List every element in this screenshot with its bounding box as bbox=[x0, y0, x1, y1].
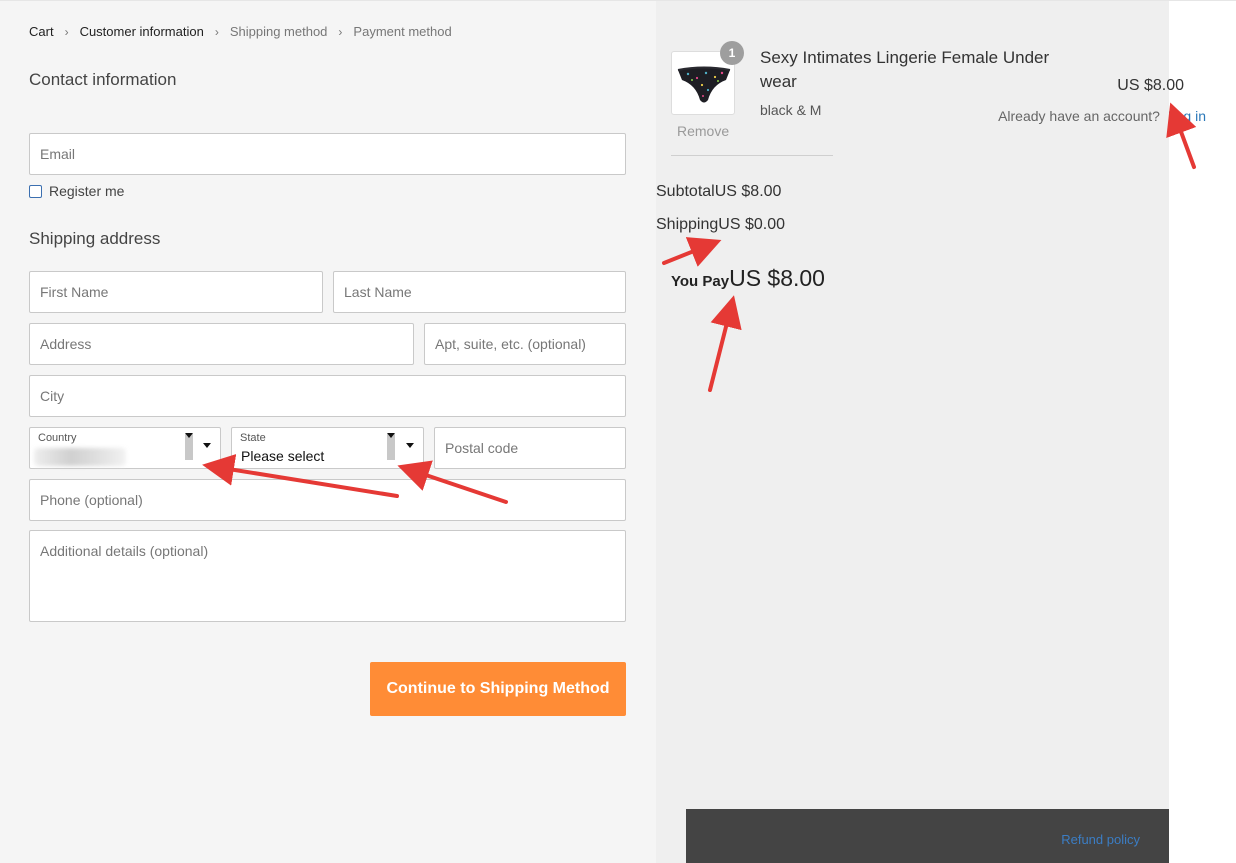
chevron-right-icon: › bbox=[338, 24, 343, 39]
quantity-badge: 1 bbox=[720, 41, 744, 65]
apt-field[interactable] bbox=[425, 324, 625, 364]
country-select[interactable]: Country bbox=[29, 427, 221, 469]
shipping-line: ShippingUS $0.00 bbox=[656, 216, 785, 234]
city-field[interactable] bbox=[30, 376, 625, 416]
state-scrollbar[interactable] bbox=[387, 433, 395, 460]
last-name-wrapper bbox=[333, 271, 626, 313]
first-name-field[interactable] bbox=[30, 272, 322, 312]
contact-information-heading: Contact information bbox=[29, 70, 177, 89]
product-price: US $8.00 bbox=[1117, 77, 1184, 94]
chevron-right-icon: › bbox=[64, 24, 69, 39]
total-line: You PayUS $8.00 bbox=[671, 265, 825, 292]
additional-details-wrapper bbox=[29, 530, 626, 622]
shipping-value: US $0.00 bbox=[718, 216, 785, 233]
refund-policy-link[interactable]: Refund policy bbox=[1061, 832, 1140, 847]
breadcrumb-shipping-method: Shipping method bbox=[229, 24, 328, 39]
register-me-label: Register me bbox=[49, 183, 125, 199]
login-link[interactable]: Log in bbox=[1168, 108, 1206, 124]
register-me-option[interactable]: Register me bbox=[29, 183, 124, 199]
shipping-label: Shipping bbox=[656, 216, 719, 233]
chevron-down-icon bbox=[203, 443, 211, 448]
total-value: US $8.00 bbox=[729, 265, 825, 291]
phone-field[interactable] bbox=[30, 480, 625, 520]
first-name-wrapper bbox=[29, 271, 323, 313]
country-select-label: Country bbox=[38, 432, 77, 444]
postal-code-field[interactable] bbox=[435, 428, 625, 468]
address-field[interactable] bbox=[30, 324, 413, 364]
subtotal-line: SubtotalUS $8.00 bbox=[656, 183, 781, 201]
phone-wrapper bbox=[29, 479, 626, 521]
summary-divider bbox=[671, 155, 833, 156]
last-name-field[interactable] bbox=[334, 272, 625, 312]
footer-bar: Refund policy bbox=[686, 809, 1169, 863]
shipping-address-heading: Shipping address bbox=[29, 229, 161, 248]
subtotal-label: Subtotal bbox=[656, 183, 715, 200]
address-wrapper bbox=[29, 323, 414, 365]
additional-details-field[interactable] bbox=[30, 531, 625, 621]
apt-wrapper bbox=[424, 323, 626, 365]
account-prompt-text: Already have an account? bbox=[998, 108, 1160, 124]
email-field[interactable] bbox=[30, 134, 625, 174]
state-select[interactable]: State Please select bbox=[231, 427, 424, 469]
subtotal-value: US $8.00 bbox=[714, 183, 782, 200]
total-label: You Pay bbox=[671, 273, 730, 290]
email-field-wrapper bbox=[29, 133, 626, 175]
chevron-right-icon: › bbox=[214, 24, 219, 39]
chevron-down-icon bbox=[406, 443, 414, 448]
breadcrumb-cart[interactable]: Cart bbox=[29, 24, 54, 39]
state-select-label: State bbox=[240, 432, 266, 444]
continue-to-shipping-button[interactable]: Continue to Shipping Method bbox=[370, 662, 626, 716]
register-me-checkbox[interactable] bbox=[29, 184, 42, 198]
product-variant: black & M bbox=[760, 102, 822, 118]
breadcrumb-payment-method: Payment method bbox=[353, 24, 452, 39]
product-name: Sexy Intimates Lingerie Female Underwear bbox=[760, 48, 1050, 91]
city-wrapper bbox=[29, 375, 626, 417]
account-prompt: Already have an account? Log in bbox=[998, 108, 1206, 124]
remove-item-button[interactable]: Remove bbox=[677, 123, 729, 139]
page-edge bbox=[1169, 0, 1236, 863]
country-scrollbar[interactable] bbox=[185, 433, 193, 460]
state-select-value: Please select bbox=[241, 448, 325, 464]
postal-code-wrapper bbox=[434, 427, 626, 469]
breadcrumb-customer-information: Customer information bbox=[79, 24, 204, 39]
breadcrumb: Cart › Customer information › Shipping m… bbox=[29, 24, 452, 39]
order-summary-panel bbox=[656, 0, 1169, 863]
country-value-blurred bbox=[34, 448, 126, 466]
